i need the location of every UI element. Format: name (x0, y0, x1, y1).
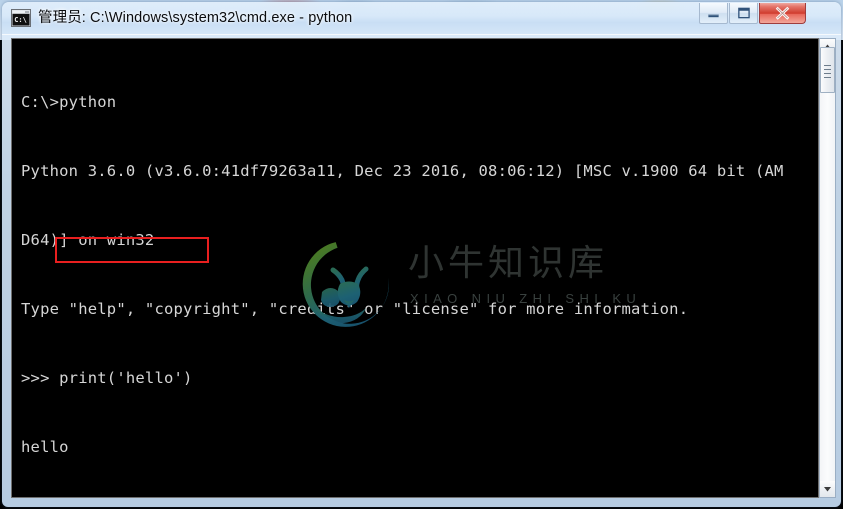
screenshot-root: C:\ 管理员: C:\Windows\system32\cmd.exe - p… (0, 0, 843, 509)
console-line: Python 3.6.0 (v3.6.0:41df79263a11, Dec 2… (21, 162, 784, 180)
cmd-console-icon: C:\ (11, 9, 31, 27)
console-text: C:\>python Python 3.6.0 (v3.6.0:41df7926… (21, 45, 811, 495)
svg-text:C:\: C:\ (14, 16, 27, 24)
console-scrollbar[interactable] (819, 38, 836, 498)
window-titlebar[interactable]: C:\ 管理员: C:\Windows\system32\cmd.exe - p… (2, 2, 841, 35)
console-line: >>> print('hello') (21, 369, 193, 387)
scroll-thumb[interactable] (820, 47, 835, 93)
console-line: D64)] on win32 (21, 231, 155, 249)
scroll-down-arrow-icon[interactable] (820, 481, 835, 497)
console-line: hello (21, 438, 69, 456)
console-output-area[interactable]: C:\>python Python 3.6.0 (v3.6.0:41df7926… (11, 38, 819, 498)
cmd-window: C:\ 管理员: C:\Windows\system32\cmd.exe - p… (2, 2, 841, 507)
minimize-button[interactable] (699, 3, 728, 24)
console-line: Type "help", "copyright", "credits" or "… (21, 300, 689, 318)
close-button[interactable] (759, 3, 806, 24)
console-line: C:\>python (21, 93, 117, 111)
scrollbar-track[interactable] (820, 55, 835, 481)
maximize-button[interactable] (729, 3, 758, 24)
window-title: 管理员: C:\Windows\system32\cmd.exe - pytho… (38, 10, 353, 26)
